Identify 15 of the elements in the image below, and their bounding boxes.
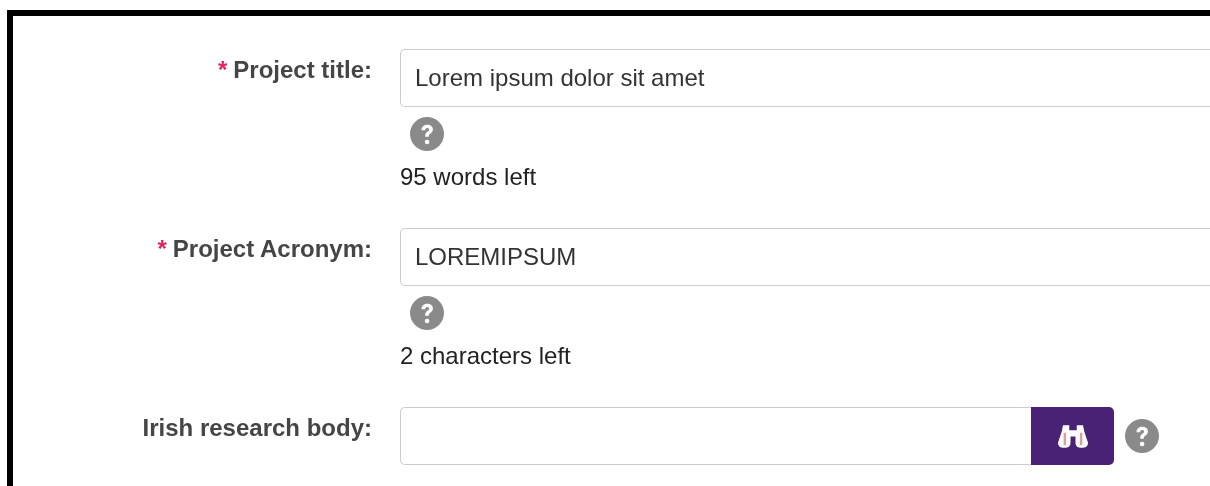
counter-text: 95 words left <box>400 162 537 192</box>
required-asterisk: * <box>157 235 167 263</box>
help-icon[interactable] <box>410 296 444 330</box>
required-asterisk: * <box>217 56 228 84</box>
input-field[interactable]: Lorem ipsum dolor sit amet <box>400 49 1210 107</box>
field-label: Irish research body: <box>142 414 372 442</box>
help-icon[interactable] <box>1125 419 1159 453</box>
counter-text: 2 characters left <box>400 341 571 371</box>
help-icon[interactable] <box>410 117 444 151</box>
input-field[interactable]: LOREMIPSUM <box>400 228 1210 286</box>
search-button[interactable] <box>1031 407 1114 465</box>
input-field[interactable] <box>400 407 1031 465</box>
field-label: Project Acronym: <box>172 235 372 263</box>
field-label: Project title: <box>233 56 372 84</box>
binoculars-icon <box>1057 423 1088 449</box>
